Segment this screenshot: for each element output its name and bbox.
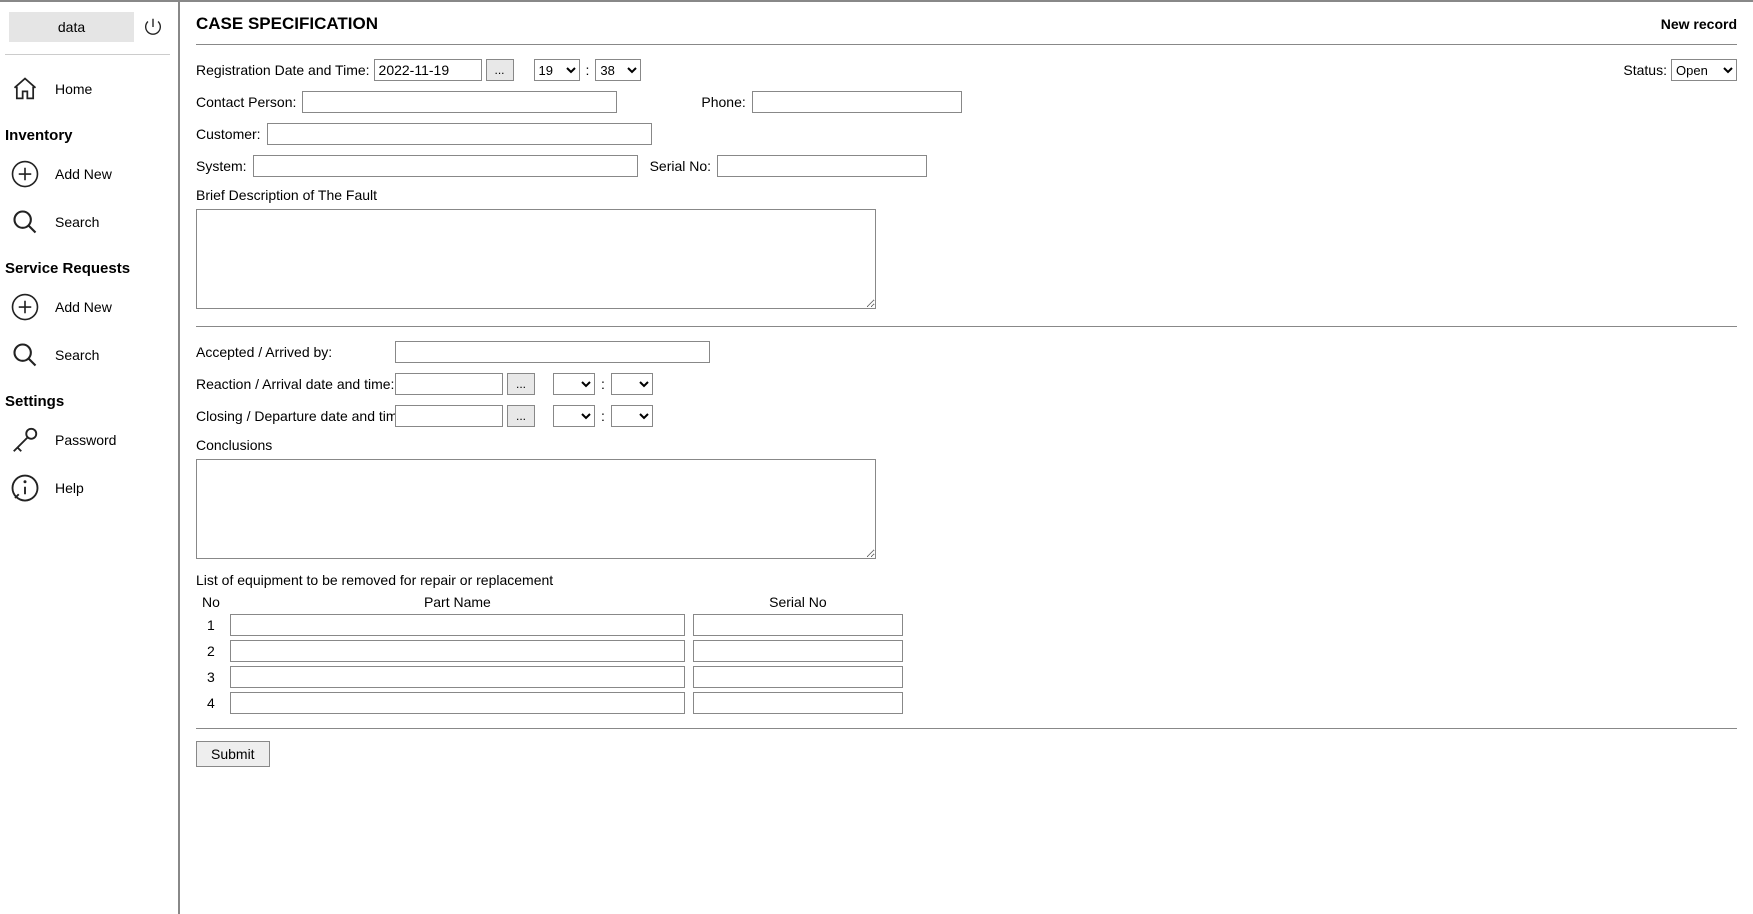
col-no: No bbox=[196, 592, 226, 612]
table-row: 2 bbox=[196, 638, 907, 664]
registration-date-input[interactable] bbox=[374, 59, 482, 81]
serial-no-input[interactable] bbox=[717, 155, 927, 177]
part-serial-input[interactable] bbox=[693, 692, 903, 714]
part-serial-input[interactable] bbox=[693, 640, 903, 662]
col-part-name: Part Name bbox=[226, 592, 689, 612]
registration-hour-select[interactable]: 19 bbox=[534, 59, 580, 81]
time-colon: : bbox=[599, 408, 607, 424]
closing-hour-select[interactable] bbox=[553, 405, 595, 427]
system-input[interactable] bbox=[253, 155, 638, 177]
contact-label: Contact Person: bbox=[196, 94, 296, 110]
section-inventory: Inventory bbox=[5, 113, 178, 150]
col-serial-no: Serial No bbox=[689, 592, 907, 612]
home-icon bbox=[9, 73, 41, 105]
power-icon[interactable] bbox=[142, 16, 164, 38]
nav-label: Password bbox=[55, 432, 116, 448]
nav-service-add[interactable]: Add New bbox=[5, 283, 178, 331]
contact-person-input[interactable] bbox=[302, 91, 617, 113]
nav-home[interactable]: Home bbox=[5, 65, 178, 113]
new-record-label: New record bbox=[1661, 16, 1737, 32]
equipment-table: No Part Name Serial No 1 2 3 bbox=[196, 592, 907, 716]
row-no: 3 bbox=[196, 664, 226, 690]
table-row: 1 bbox=[196, 612, 907, 638]
reaction-hour-select[interactable] bbox=[553, 373, 595, 395]
nav-label: Add New bbox=[55, 299, 112, 315]
nav-service-search[interactable]: Search bbox=[5, 331, 178, 379]
table-row: 3 bbox=[196, 664, 907, 690]
key-icon bbox=[9, 424, 41, 456]
info-icon bbox=[9, 472, 41, 504]
page-title: CASE SPECIFICATION bbox=[196, 14, 378, 34]
conclusions-textarea[interactable] bbox=[196, 459, 876, 559]
data-button[interactable]: data bbox=[9, 12, 134, 42]
phone-input[interactable] bbox=[752, 91, 962, 113]
part-name-input[interactable] bbox=[230, 614, 685, 636]
section-service-requests: Service Requests bbox=[5, 246, 178, 283]
closing-minute-select[interactable] bbox=[611, 405, 653, 427]
conclusions-label: Conclusions bbox=[196, 437, 1737, 453]
submit-button[interactable]: Submit bbox=[196, 741, 270, 767]
nav-label: Search bbox=[55, 347, 99, 363]
section-settings: Settings bbox=[5, 379, 178, 416]
phone-label: Phone: bbox=[701, 94, 745, 110]
closing-label: Closing / Departure date and time: bbox=[196, 408, 391, 424]
reaction-label: Reaction / Arrival date and time: bbox=[196, 376, 391, 392]
nav-help[interactable]: Help bbox=[5, 464, 178, 512]
nav-inventory-search[interactable]: Search bbox=[5, 198, 178, 246]
nav-password[interactable]: Password bbox=[5, 416, 178, 464]
reaction-date-picker-button[interactable]: ... bbox=[507, 373, 535, 395]
main-content: CASE SPECIFICATION New record Registrati… bbox=[180, 2, 1753, 914]
status-select[interactable]: Open bbox=[1671, 59, 1737, 81]
system-label: System: bbox=[196, 158, 247, 174]
nav-label: Home bbox=[55, 81, 92, 97]
serial-label: Serial No: bbox=[650, 158, 711, 174]
plus-circle-icon bbox=[9, 158, 41, 190]
nav-label: Add New bbox=[55, 166, 112, 182]
sidebar: data Home Inventory Add New bbox=[0, 2, 180, 914]
registration-label: Registration Date and Time: bbox=[196, 62, 370, 78]
nav-label: Search bbox=[55, 214, 99, 230]
search-icon bbox=[9, 206, 41, 238]
part-name-input[interactable] bbox=[230, 666, 685, 688]
time-colon: : bbox=[584, 62, 592, 78]
registration-minute-select[interactable]: 38 bbox=[595, 59, 641, 81]
closing-date-input[interactable] bbox=[395, 405, 503, 427]
plus-circle-icon bbox=[9, 291, 41, 323]
reaction-date-input[interactable] bbox=[395, 373, 503, 395]
time-colon: : bbox=[599, 376, 607, 392]
row-no: 2 bbox=[196, 638, 226, 664]
brief-description-textarea[interactable] bbox=[196, 209, 876, 309]
search-icon bbox=[9, 339, 41, 371]
row-no: 1 bbox=[196, 612, 226, 638]
status-label: Status: bbox=[1623, 62, 1667, 78]
customer-input[interactable] bbox=[267, 123, 652, 145]
reaction-minute-select[interactable] bbox=[611, 373, 653, 395]
part-name-input[interactable] bbox=[230, 692, 685, 714]
nav-label: Help bbox=[55, 480, 84, 496]
nav-inventory-add[interactable]: Add New bbox=[5, 150, 178, 198]
equipment-list-title: List of equipment to be removed for repa… bbox=[196, 572, 1737, 588]
accepted-by-input[interactable] bbox=[395, 341, 710, 363]
divider bbox=[196, 326, 1737, 327]
row-no: 4 bbox=[196, 690, 226, 716]
closing-date-picker-button[interactable]: ... bbox=[507, 405, 535, 427]
customer-label: Customer: bbox=[196, 126, 261, 142]
part-serial-input[interactable] bbox=[693, 666, 903, 688]
brief-description-label: Brief Description of The Fault bbox=[196, 187, 1737, 203]
date-picker-button[interactable]: ... bbox=[486, 59, 514, 81]
accepted-label: Accepted / Arrived by: bbox=[196, 344, 391, 360]
table-row: 4 bbox=[196, 690, 907, 716]
part-serial-input[interactable] bbox=[693, 614, 903, 636]
part-name-input[interactable] bbox=[230, 640, 685, 662]
